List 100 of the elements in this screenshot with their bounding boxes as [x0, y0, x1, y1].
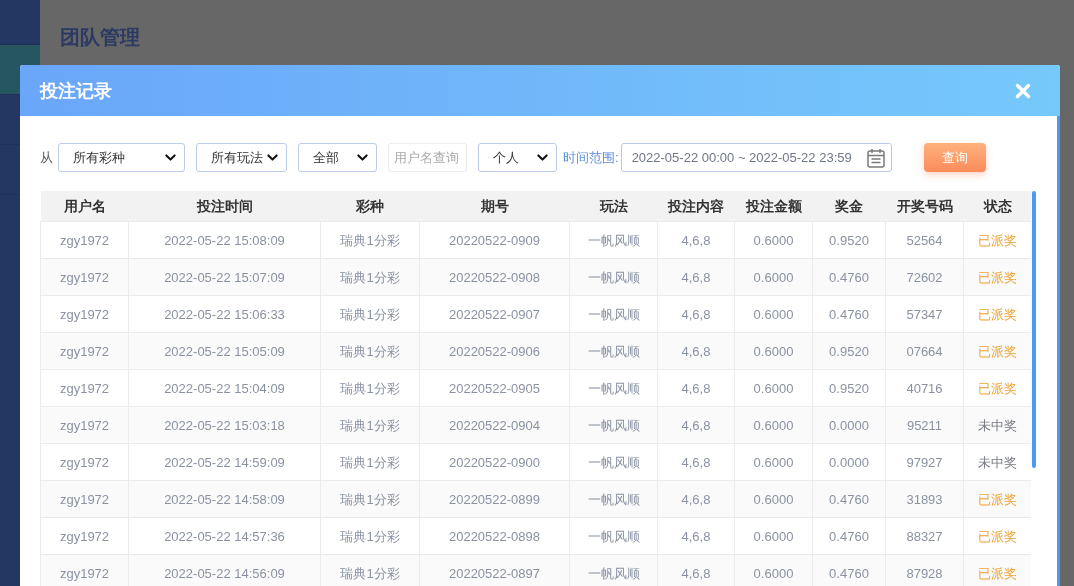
table-cell: 20220522-0908 [419, 258, 570, 296]
table-cell: 0.6000 [734, 369, 813, 407]
table-cell: 0.4760 [812, 517, 886, 555]
table-cell: 20220522-0904 [419, 406, 570, 444]
table-cell: 20220522-0909 [419, 221, 570, 259]
chevron-down-icon [357, 154, 368, 161]
table-cell: 一帆风顺 [569, 406, 658, 444]
status-cell: 已派奖 [963, 517, 1031, 555]
table-cell: 一帆风顺 [569, 258, 658, 296]
table-cell: 31893 [885, 480, 964, 518]
time-range-label: 时间范围: [563, 149, 619, 166]
table-cell: 0.9520 [812, 369, 886, 407]
filter-select[interactable]: 所有彩种 [58, 143, 185, 172]
column-header: 投注时间 [128, 191, 321, 222]
table-cell: 97927 [885, 443, 964, 481]
table-cell: 瑞典1分彩 [320, 480, 420, 518]
status-cell: 已派奖 [963, 221, 1031, 259]
table-cell: 一帆风顺 [569, 295, 658, 333]
table-cell: 0.9520 [812, 332, 886, 370]
table-cell: zgy1972 [40, 258, 129, 296]
table-cell: 72602 [885, 258, 964, 296]
table-cell: 95211 [885, 406, 964, 444]
table-cell: 0.6000 [734, 332, 813, 370]
table-cell: zgy1972 [40, 369, 129, 407]
filter-select[interactable]: 所有玩法 [196, 143, 287, 172]
filter-select[interactable]: 全部 [298, 143, 377, 172]
table-cell: 瑞典1分彩 [320, 221, 420, 259]
table-cell: 0.4760 [812, 554, 886, 586]
table-cell: 0.4760 [812, 258, 886, 296]
scrollbar[interactable] [1032, 191, 1036, 468]
table-cell: 2022-05-22 14:58:09 [128, 480, 321, 518]
status-cell: 已派奖 [963, 332, 1031, 370]
table-cell: zgy1972 [40, 443, 129, 481]
table-cell: 瑞典1分彩 [320, 258, 420, 296]
table-cell: 4,6,8 [657, 221, 735, 259]
table-cell: 0.6000 [734, 480, 813, 518]
column-header: 状态 [963, 191, 1031, 222]
column-header: 彩种 [320, 191, 420, 222]
table-cell: 0.4760 [812, 480, 886, 518]
column-header: 奖金 [812, 191, 886, 222]
table-cell: zgy1972 [40, 480, 129, 518]
table-cell: 0.6000 [734, 517, 813, 555]
table-cell: 20220522-0907 [419, 295, 570, 333]
table-cell: 87928 [885, 554, 964, 586]
status-cell: 未中奖 [963, 406, 1031, 444]
table-cell: 20220522-0900 [419, 443, 570, 481]
column-header: 玩法 [569, 191, 658, 222]
table-cell: 40716 [885, 369, 964, 407]
table-cell: 一帆风顺 [569, 369, 658, 407]
table-cell: 4,6,8 [657, 258, 735, 296]
table-cell: 4,6,8 [657, 406, 735, 444]
from-label: 从 [40, 149, 53, 166]
table-cell: 57347 [885, 295, 964, 333]
table-cell: 一帆风顺 [569, 480, 658, 518]
scrollbar[interactable] [1057, 116, 1060, 586]
username-field[interactable]: 用户名查询 [388, 143, 467, 172]
table-cell: 一帆风顺 [569, 554, 658, 586]
table-cell: 4,6,8 [657, 295, 735, 333]
table-cell: 瑞典1分彩 [320, 554, 420, 586]
table-cell: 2022-05-22 15:05:09 [128, 332, 321, 370]
table-cell: 4,6,8 [657, 443, 735, 481]
table-cell: 0.6000 [734, 443, 813, 481]
status-cell: 未中奖 [963, 443, 1031, 481]
date-range-field[interactable]: 2022-05-22 00:00 ~ 2022-05-22 23:59 [620, 143, 892, 172]
table-cell: 0.6000 [734, 406, 813, 444]
status-cell: 已派奖 [963, 554, 1031, 586]
table-cell: zgy1972 [40, 517, 129, 555]
table-cell: 2022-05-22 14:56:09 [128, 554, 321, 586]
table-cell: 20220522-0898 [419, 517, 570, 555]
table-cell: 20220522-0897 [419, 554, 570, 586]
table-cell: 0.6000 [734, 221, 813, 259]
table-cell: 瑞典1分彩 [320, 295, 420, 333]
page-title: 团队管理 [60, 25, 140, 49]
table-cell: 0.0000 [812, 443, 886, 481]
table-cell: 一帆风顺 [569, 517, 658, 555]
table-cell: 20220522-0905 [419, 369, 570, 407]
table-cell: 4,6,8 [657, 554, 735, 586]
table-cell: zgy1972 [40, 406, 129, 444]
table-cell: 瑞典1分彩 [320, 406, 420, 444]
close-icon[interactable] [1015, 82, 1031, 99]
column-header: 投注内容 [657, 191, 735, 222]
table-cell: 0.0000 [812, 406, 886, 444]
dialog-title: 投注记录 [40, 79, 112, 102]
table-cell: 4,6,8 [657, 369, 735, 407]
table-cell: 瑞典1分彩 [320, 369, 420, 407]
table-cell: 20220522-0906 [419, 332, 570, 370]
chevron-down-icon [267, 154, 278, 161]
table-cell: zgy1972 [40, 295, 129, 333]
calendar-icon [866, 147, 885, 168]
filter-select[interactable]: 个人 [478, 143, 557, 172]
table-cell: 瑞典1分彩 [320, 332, 420, 370]
table-cell: 2022-05-22 15:06:33 [128, 295, 321, 333]
table-cell: zgy1972 [40, 221, 129, 259]
table-cell: 2022-05-22 15:08:09 [128, 221, 321, 259]
column-header: 期号 [419, 191, 570, 222]
status-cell: 已派奖 [963, 295, 1031, 333]
table-cell: 0.6000 [734, 554, 813, 586]
table-cell: 88327 [885, 517, 964, 555]
table-cell: 20220522-0899 [419, 480, 570, 518]
table-cell: 2022-05-22 14:57:36 [128, 517, 321, 555]
